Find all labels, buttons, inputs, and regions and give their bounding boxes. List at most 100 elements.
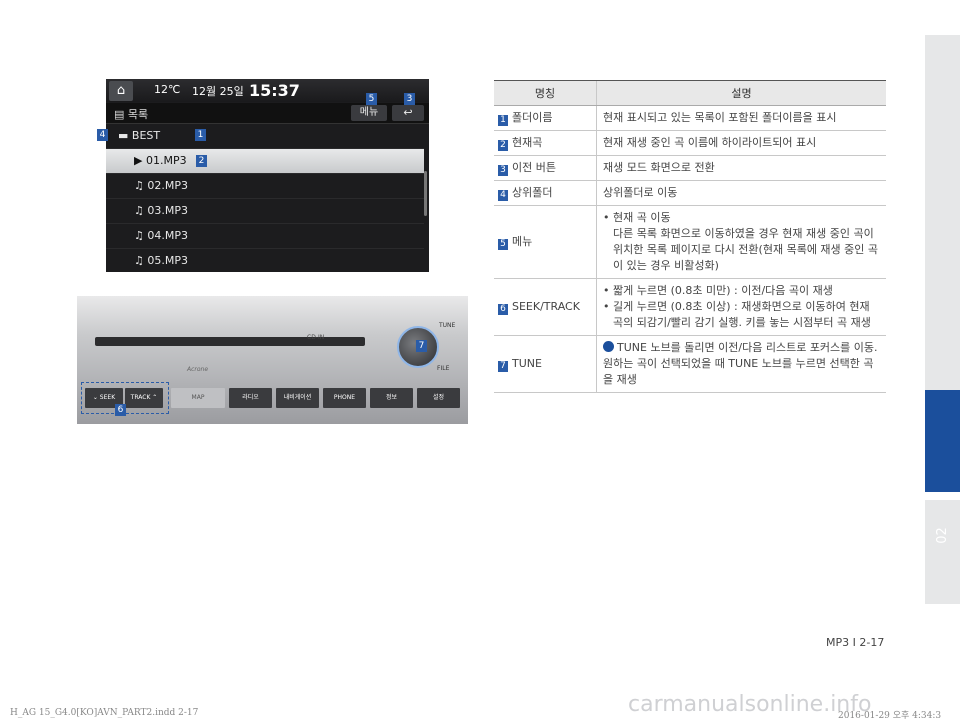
file-label: FILE xyxy=(437,365,450,372)
panel-button[interactable]: 내비게이션 xyxy=(276,388,319,408)
list-item[interactable]: ♫ 04.MP3 xyxy=(106,224,424,249)
description-line: • 짧게 누르면 (0.8초 미만) : 이전/다음 곡이 재생 xyxy=(603,284,833,297)
device-panel: CD-IN Acrone TUNE FILE ⌄ SEEK TRACK ⌃ MA… xyxy=(77,296,468,424)
row-description: 현재 재생 중인 곡 이름에 하이라이트되어 표시 xyxy=(596,130,886,156)
row-number-badge: 4 xyxy=(498,190,508,201)
indd-filename: H_AG 15_G4.0[KO]AVN_PART2.indd 2-17 xyxy=(10,708,199,718)
row-name-text: 상위폴더 xyxy=(512,186,553,199)
description-line: 재생 모드 화면으로 전환 xyxy=(603,161,715,174)
description-line: 현재 표시되고 있는 목록이 포함된 폴더이름을 표시 xyxy=(603,111,837,124)
row-description: 재생 모드 화면으로 전환 xyxy=(596,155,886,181)
scrollbar[interactable] xyxy=(424,171,427,216)
music-note-icon: ♫ xyxy=(134,179,148,192)
description-line: 다른 목록 화면으로 이동하였을 경우 현재 재생 중인 곡이 위치한 목록 페… xyxy=(613,227,879,272)
row-number-badge: 3 xyxy=(498,165,508,176)
file-name: 02.MP3 xyxy=(147,179,188,192)
list-item[interactable]: ▶ 01.MP3 xyxy=(106,149,424,174)
folder-icon: ▬ xyxy=(118,129,129,142)
file-name: 03.MP3 xyxy=(147,204,188,217)
music-note-icon: ♫ xyxy=(134,229,148,242)
row-number-badge: 7 xyxy=(498,361,508,372)
date: 12월 25일 xyxy=(192,85,244,98)
row-description: 상위폴더로 이동 xyxy=(596,180,886,206)
description-line: 상위폴더로 이동 xyxy=(603,186,678,199)
table-row: 1 폴더이름 현재 표시되고 있는 목록이 포함된 폴더이름을 표시 xyxy=(494,105,886,131)
row-name: 2 현재곡 xyxy=(494,130,597,156)
list-label: ▤ 목록 xyxy=(114,108,149,121)
table-row: 5 메뉴 • 현재 곡 이동다른 목록 화면으로 이동하였을 경우 현재 재생 중인… xyxy=(494,205,886,279)
list-item[interactable]: ♫ 03.MP3 xyxy=(106,199,424,224)
row-name: 5 메뉴 xyxy=(494,205,597,279)
menu-button[interactable]: 메뉴 xyxy=(351,105,387,121)
file-name: 05.MP3 xyxy=(147,254,188,267)
cd-slot xyxy=(95,337,365,346)
row-name-text: TUNE xyxy=(512,357,542,370)
row-name-text: 메뉴 xyxy=(512,235,533,248)
table-row: 4 상위폴더 상위폴더로 이동 xyxy=(494,180,886,206)
table-row: 6 SEEK/TRACK • 짧게 누르면 (0.8초 미만) : 이전/다음 곡이… xyxy=(494,278,886,336)
table-header: 명칭 설명 xyxy=(494,80,886,106)
panel-button[interactable]: PHONE xyxy=(323,388,366,408)
list-header: ▤ 목록 메뉴 ↩ xyxy=(106,103,429,124)
row-name: 7 TUNE xyxy=(494,335,597,393)
panel-button[interactable]: 정보 xyxy=(370,388,413,408)
panel-button[interactable]: 라디오 xyxy=(229,388,272,408)
panel-button[interactable]: 설정 xyxy=(417,388,460,408)
file-name: 04.MP3 xyxy=(147,229,188,242)
callout-5: 5 xyxy=(366,93,377,105)
description-line: TUNE 노브를 돌리면 이전/다음 리스트로 포커스를 이동. 원하는 곡이 … xyxy=(603,341,878,386)
music-note-icon: ♫ xyxy=(134,204,148,217)
play-icon: ▶ xyxy=(134,154,146,167)
back-arrow-icon[interactable]: ↩ xyxy=(392,105,424,121)
row-name: 3 이전 버튼 xyxy=(494,155,597,181)
row-number-badge: 2 xyxy=(498,140,508,151)
chapter-number: 02 xyxy=(935,527,950,544)
row-name: 6 SEEK/TRACK xyxy=(494,278,597,336)
table-row: 3 이전 버튼 재생 모드 화면으로 전환 xyxy=(494,155,886,181)
home-icon[interactable]: ⌂ xyxy=(109,81,133,101)
cd-in-label: CD-IN xyxy=(307,334,325,341)
tune-knob-icon xyxy=(603,341,614,352)
map-button[interactable]: MAP xyxy=(171,388,225,408)
watermark: carmanualsonline.info xyxy=(628,692,872,717)
header-name: 명칭 xyxy=(494,80,597,106)
callout-7: 7 xyxy=(416,340,427,352)
row-name: 4 상위폴더 xyxy=(494,180,597,206)
head-unit-screen: ⌂ 12℃ 12월 25일 15:37 ▤ 목록 메뉴 ↩ ▬ BEST ▶ 0… xyxy=(106,79,429,272)
list-item[interactable]: ♫ 05.MP3 xyxy=(106,249,424,272)
description-line: • 길게 누르면 (0.8초 이상) : 재생화면으로 이동하여 현재 곡의 되… xyxy=(603,300,871,329)
folder-row[interactable]: ▬ BEST xyxy=(106,124,424,149)
table-row: 7 TUNE TUNE 노브를 돌리면 이전/다음 리스트로 포커스를 이동. 원하… xyxy=(494,335,886,393)
temperature: 12℃ xyxy=(154,83,181,96)
callout-1: 1 xyxy=(195,129,206,141)
tune-label: TUNE xyxy=(439,322,456,329)
description-table: 명칭 설명 1 폴더이름 현재 표시되고 있는 목록이 포함된 폴더이름을 표시 2 현… xyxy=(494,80,886,393)
row-name-text: 현재곡 xyxy=(512,136,543,149)
callout-6: 6 xyxy=(115,404,126,416)
row-number-badge: 6 xyxy=(498,304,508,315)
music-note-icon: ♫ xyxy=(134,254,148,267)
list-item[interactable]: ♫ 02.MP3 xyxy=(106,174,424,199)
row-description: • 현재 곡 이동다른 목록 화면으로 이동하였을 경우 현재 재생 중인 곡이… xyxy=(596,205,886,279)
row-number-badge: 1 xyxy=(498,115,508,126)
print-date: 2016-01-29 오후 4:34:3 xyxy=(838,711,942,721)
row-name-text: 이전 버튼 xyxy=(512,161,556,174)
clock: 15:37 xyxy=(249,81,300,100)
row-description: 현재 표시되고 있는 목록이 포함된 폴더이름을 표시 xyxy=(596,105,886,131)
brand-label: Acrone xyxy=(187,366,209,373)
file-name: 01.MP3 xyxy=(145,154,187,167)
table-row: 2 현재곡 현재 재생 중인 곡 이름에 하이라이트되어 표시 xyxy=(494,130,886,156)
callout-2: 2 xyxy=(196,155,207,167)
side-tab-active xyxy=(925,390,960,492)
track-button[interactable]: TRACK ⌃ xyxy=(125,388,163,408)
header-desc: 설명 xyxy=(596,80,886,106)
page-number: MP3 I 2-17 xyxy=(826,636,885,649)
description-line: • 현재 곡 이동 xyxy=(603,211,671,224)
row-name-text: 폴더이름 xyxy=(512,111,553,124)
row-description: • 짧게 누르면 (0.8초 미만) : 이전/다음 곡이 재생 • 길게 누르면… xyxy=(596,278,886,336)
folder-name: BEST xyxy=(131,129,161,142)
row-name-text: SEEK/TRACK xyxy=(512,300,580,313)
list-icon: ▤ xyxy=(114,108,128,121)
row-number-badge: 5 xyxy=(498,239,508,250)
row-name: 1 폴더이름 xyxy=(494,105,597,131)
